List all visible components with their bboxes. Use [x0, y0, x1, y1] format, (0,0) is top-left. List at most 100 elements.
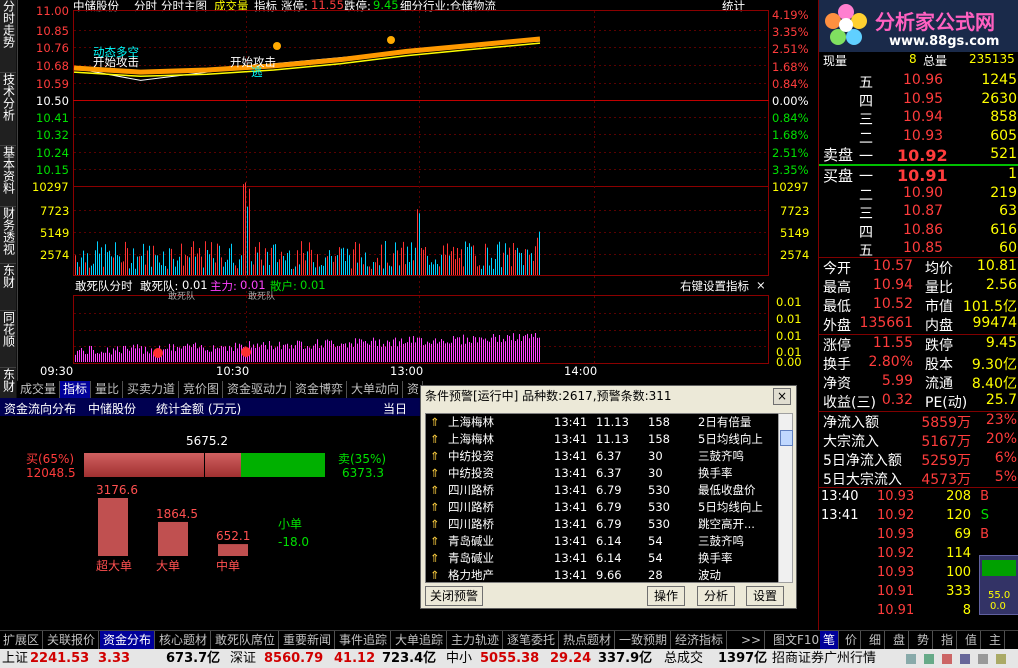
- bottom-nav: 扩展区 关联报价 资金分布 核心题材 敢死队席位 重要新闻 事件追踪 大单追踪 主力轨迹 逐笔委托…: [0, 630, 1018, 649]
- alert-time: 13:41: [554, 432, 588, 446]
- nav-tab[interactable]: 大单追踪: [392, 631, 448, 649]
- nav-right-tab[interactable]: 图文F10: [770, 631, 824, 649]
- vtab-5[interactable]: 同花顺: [0, 311, 16, 368]
- alert-row[interactable]: ⇑ 中纺投资 13:41 6.37 30 三鼓齐鸣: [426, 448, 778, 465]
- nav-tab[interactable]: 核心题材: [156, 631, 212, 649]
- tick-volume: 333: [946, 584, 971, 599]
- ask-level[interactable]: 四 10.95 2630: [819, 91, 1018, 110]
- level-price: 10.95: [903, 90, 944, 107]
- indicator-mark: 敢死队: [248, 292, 276, 302]
- alert-row[interactable]: ⇑ 格力地产 13:41 9.66 28 波动: [426, 567, 778, 582]
- tab-fund-game[interactable]: 资金博弈: [292, 381, 348, 398]
- network-widget[interactable]: 55.0 0.0: [979, 555, 1018, 615]
- flow-unit: 统计金额 (万元): [156, 402, 242, 416]
- nav-tab[interactable]: 经济指标: [672, 631, 728, 649]
- logo-url: www.88gs.com: [889, 34, 1000, 49]
- vtab-3[interactable]: 财务透视: [0, 207, 16, 264]
- indicator-close-icon[interactable]: ×: [756, 278, 766, 292]
- nav-right-tab[interactable]: 价: [842, 631, 862, 649]
- vtab-label: 基本资料: [1, 146, 16, 194]
- bid-level[interactable]: 四 10.86 616: [819, 222, 1018, 241]
- nav-tab[interactable]: 逐笔委托: [504, 631, 560, 649]
- nav-more-button[interactable]: >>: [738, 631, 766, 649]
- alert-row[interactable]: ⇑ 上海梅林 13:41 11.13 158 5日均线向上: [426, 431, 778, 448]
- alert-time: 13:41: [554, 551, 588, 565]
- nav-right-tab[interactable]: 细: [866, 631, 886, 649]
- nav-right-tab[interactable]: 盘: [890, 631, 910, 649]
- sh-index[interactable]: 2241.53: [30, 649, 89, 668]
- nav-right-tab[interactable]: 笔: [820, 631, 840, 649]
- nav-tab[interactable]: 主力轨迹: [448, 631, 504, 649]
- tab-volume-ratio[interactable]: 量比: [92, 381, 124, 398]
- nav-tab[interactable]: 重要新闻: [280, 631, 336, 649]
- nav-right-tab[interactable]: 势: [914, 631, 934, 649]
- tab-buy-sell-force[interactable]: 买卖力道: [124, 381, 180, 398]
- volume-tick: 2574: [780, 248, 810, 262]
- stat-row: 换手 2.80% 股本 9.30亿: [819, 354, 1018, 373]
- order-size-label: 大单: [156, 559, 180, 573]
- operate-button[interactable]: 操作: [647, 586, 685, 606]
- ask-level[interactable]: 三 10.94 858: [819, 109, 1018, 128]
- settings-button[interactable]: 设置: [746, 586, 784, 606]
- alert-row[interactable]: ⇑ 四川路桥 13:41 6.79 530 5日均线向上: [426, 499, 778, 516]
- nav-tab[interactable]: 一致预期: [616, 631, 672, 649]
- tab-fund-drive[interactable]: 资金驱动力: [224, 381, 292, 398]
- nav-right-tab[interactable]: 主: [986, 631, 1006, 649]
- alert-row[interactable]: ⇑ 上海梅林 13:41 11.13 158 2日有倍量: [426, 414, 778, 431]
- dialog-close-icon[interactable]: ×: [773, 388, 791, 405]
- alert-condition: 5日均线向上: [698, 432, 763, 446]
- status-icons[interactable]: [904, 649, 1014, 668]
- tick-price: 10.93: [877, 565, 915, 580]
- list-scrollbar[interactable]: [778, 413, 793, 583]
- bid-level[interactable]: 二 10.90 219: [819, 185, 1018, 204]
- alert-dialog[interactable]: 条件预警[运行中] 品种数:2617,预警条数:311 × ⇑ 上海梅林 13:41…: [420, 385, 797, 609]
- alert-row[interactable]: ⇑ 四川路桥 13:41 6.79 530 跳空高开...: [426, 516, 778, 533]
- nav-tab[interactable]: 热点题材: [560, 631, 616, 649]
- alert-row[interactable]: ⇑ 四川路桥 13:41 6.79 530 最低收盘价: [426, 482, 778, 499]
- stat-value: 101.5亿: [962, 299, 1017, 315]
- vtab-2[interactable]: 基本资料: [0, 146, 16, 207]
- time-tick: 14:00: [564, 364, 598, 378]
- nav-tab[interactable]: 扩展区: [0, 631, 44, 649]
- nav-tab[interactable]: 事件追踪: [336, 631, 392, 649]
- zx-index[interactable]: 5055.38: [480, 649, 539, 668]
- nav-tab[interactable]: 敢死队席位: [212, 631, 280, 649]
- tab-indicator[interactable]: 指标: [60, 381, 92, 398]
- bid-level[interactable]: 三 10.87 63: [819, 203, 1018, 222]
- pct-tick: 2.51%: [772, 146, 809, 160]
- intraday-chart[interactable]: 中储股份 分时 分时主图 成交量 指标 涨停: 11.55 跌停: 9.45 细…: [18, 0, 818, 380]
- zx-label: 中小: [446, 651, 473, 666]
- flow-day[interactable]: 当日: [383, 400, 407, 417]
- price-tick: 10.41: [36, 111, 69, 125]
- analyze-button[interactable]: 分析: [697, 586, 735, 606]
- alert-row[interactable]: ⇑ 青岛碱业 13:41 6.14 54 三鼓齐鸣: [426, 533, 778, 550]
- vtab-6[interactable]: 东财: [0, 368, 16, 401]
- annotation-escape: 逃: [251, 65, 263, 79]
- close-alert-button[interactable]: 关闭预警: [425, 586, 483, 606]
- vtab-0[interactable]: 分时走势: [0, 0, 16, 73]
- alert-list[interactable]: ⇑ 上海梅林 13:41 11.13 158 2日有倍量 ⇑ 上海梅林 13:41 11.13 15…: [425, 413, 779, 583]
- tab-big-order[interactable]: 大单动向: [348, 381, 404, 398]
- annotation-attack-1: 开始攻击: [93, 55, 139, 69]
- dialog-titlebar[interactable]: 条件预警[运行中] 品种数:2617,预警条数:311 ×: [421, 386, 796, 406]
- scrollbar-thumb[interactable]: [780, 430, 793, 446]
- nav-tab[interactable]: 关联报价: [44, 631, 100, 649]
- stat-value: 9.30亿: [971, 357, 1017, 373]
- nav-right-tab[interactable]: 值: [962, 631, 982, 649]
- broker-name: 招商证券广州行情: [772, 651, 877, 666]
- alert-arrow-icon: ⇑: [430, 466, 440, 480]
- indicator-settings[interactable]: 右键设置指标: [680, 278, 749, 294]
- alert-stock: 上海梅林: [448, 432, 494, 446]
- tab-auction[interactable]: 竞价图: [180, 381, 224, 398]
- vtab-4[interactable]: 东财: [0, 264, 16, 311]
- flow-row: 净流入额 5859万 23%: [819, 412, 1018, 431]
- vtab-1[interactable]: 技术分析: [0, 73, 16, 146]
- nav-right-tab[interactable]: 指: [938, 631, 958, 649]
- nav-tab[interactable]: 资金分布: [100, 631, 156, 649]
- ask-level[interactable]: 五 10.96 1245: [819, 72, 1018, 91]
- alert-condition: 跳空高开...: [698, 517, 755, 531]
- alert-row[interactable]: ⇑ 中纺投资 13:41 6.37 30 换手率: [426, 465, 778, 482]
- tab-volume[interactable]: 成交量: [17, 381, 61, 398]
- alert-row[interactable]: ⇑ 青岛碱业 13:41 6.14 54 换手率: [426, 550, 778, 567]
- sz-index[interactable]: 8560.79: [264, 649, 323, 668]
